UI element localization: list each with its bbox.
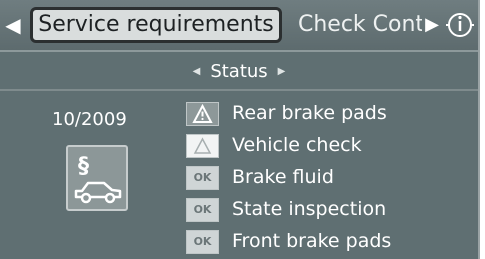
list-item[interactable]: OK State inspection bbox=[186, 194, 476, 226]
tab-check-control[interactable]: Check Cont bbox=[298, 7, 422, 43]
list-item[interactable]: OK Brake fluid bbox=[186, 162, 476, 194]
requirement-label: Front brake pads bbox=[232, 230, 392, 252]
idrive-screen: ◀ Service requirements Check Cont ▶ ◀ Sta… bbox=[0, 0, 480, 259]
info-icon[interactable] bbox=[444, 10, 476, 40]
tab-left-arrow-icon[interactable]: ◀ bbox=[2, 12, 24, 38]
requirement-label: Vehicle check bbox=[232, 134, 362, 156]
requirement-label: State inspection bbox=[232, 198, 387, 220]
requirements-list: Rear brake pads Vehicle check OK Brake f… bbox=[186, 98, 476, 258]
chevron-left-icon: ◀ bbox=[192, 66, 201, 77]
service-section-car-icon: § bbox=[66, 145, 128, 211]
tab-bar: ◀ Service requirements Check Cont ▶ bbox=[0, 0, 478, 52]
list-item[interactable]: OK Front brake pads bbox=[186, 226, 476, 258]
chevron-right-icon: ▶ bbox=[277, 66, 286, 77]
ok-icon: OK bbox=[186, 198, 219, 222]
ok-icon: OK bbox=[186, 230, 219, 254]
service-date: 10/2009 bbox=[52, 109, 127, 130]
list-item[interactable]: Rear brake pads bbox=[186, 98, 476, 130]
list-item[interactable]: Vehicle check bbox=[186, 130, 476, 162]
svg-text:§: § bbox=[78, 154, 89, 179]
warning-triangle-icon bbox=[186, 102, 219, 126]
requirement-label: Rear brake pads bbox=[232, 102, 387, 124]
status-header[interactable]: ◀ Status ▶ bbox=[0, 55, 478, 91]
status-title: Status bbox=[210, 61, 268, 82]
tab-right-arrow-icon[interactable]: ▶ bbox=[424, 12, 440, 38]
tab-service-requirements[interactable]: Service requirements bbox=[30, 7, 282, 43]
requirement-label: Brake fluid bbox=[232, 166, 334, 188]
ok-icon: OK bbox=[186, 166, 219, 190]
warning-triangle-outline-icon bbox=[186, 134, 219, 158]
